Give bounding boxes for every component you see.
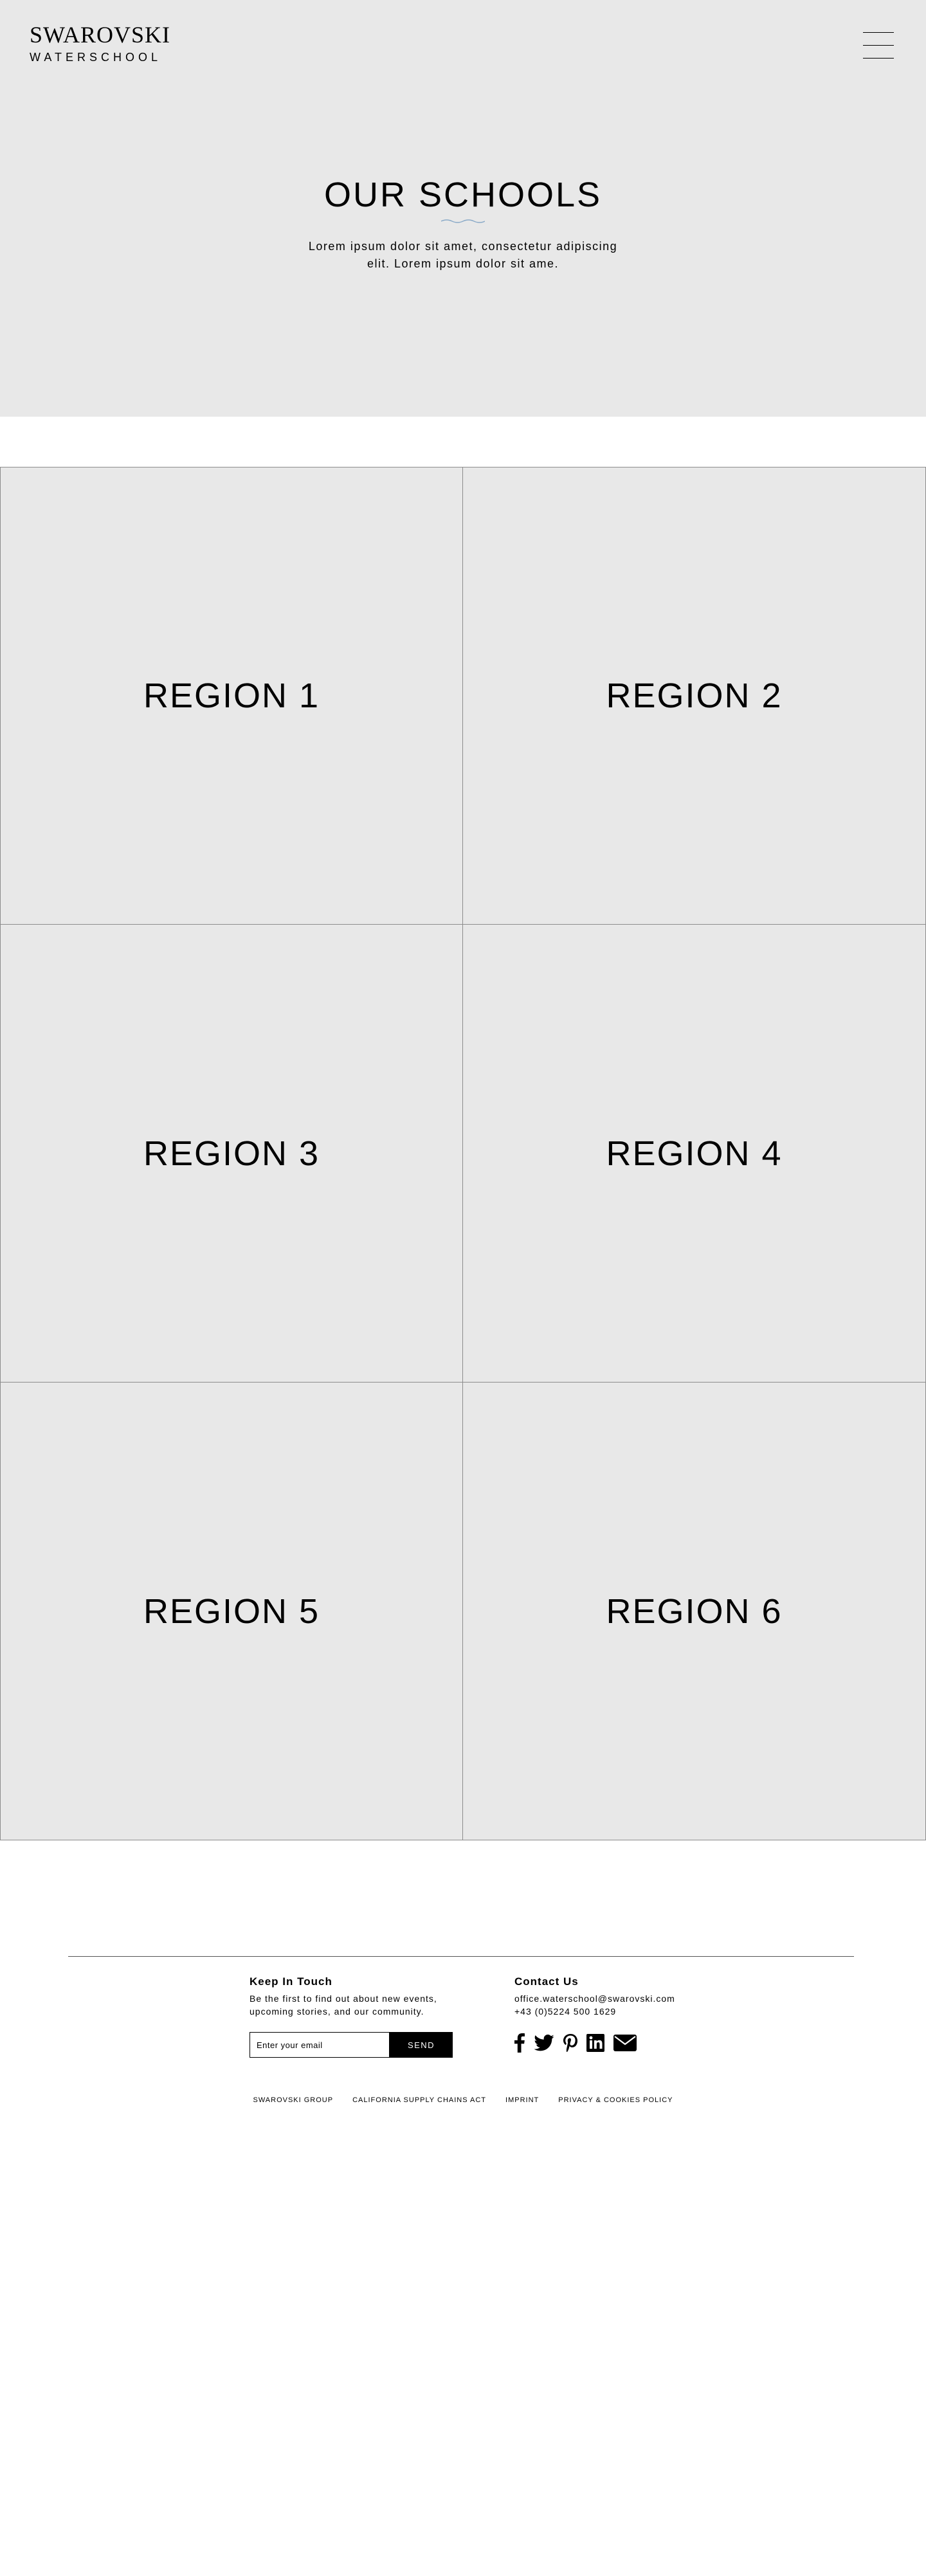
logo-sub-text: WATERSCHOOL <box>30 51 162 64</box>
menu-line <box>863 45 894 46</box>
region-tile-2[interactable]: REGION 2 <box>463 467 926 925</box>
hero-description: Lorem ipsum dolor sit amet, consectetur … <box>308 240 618 270</box>
social-links <box>514 2033 637 2053</box>
legal-link-privacy-cookies-policy[interactable]: PRIVACY & COOKIES POLICY <box>558 2096 673 2104</box>
region-label: REGION 4 <box>606 1134 783 1173</box>
email-input[interactable] <box>250 2032 390 2058</box>
regions-grid: REGION 1 REGION 2 REGION 3 REGION 4 REGI… <box>0 467 926 1840</box>
region-tile-1[interactable]: REGION 1 <box>0 467 463 925</box>
keep-in-touch-column: Keep In Touch Be the first to find out a… <box>250 1975 468 2018</box>
contact-column: Contact Us office.waterschool@swarovski.… <box>514 1975 720 2018</box>
footer-divider <box>68 1956 854 1957</box>
region-label: REGION 2 <box>606 676 783 715</box>
contact-phone: +43 (0)5224 500 1629 <box>514 2006 617 2017</box>
newsletter-form: SEND <box>250 2032 453 2058</box>
region-label: REGION 6 <box>606 1592 783 1631</box>
logo-main-text: SWAROVSKI <box>30 22 171 48</box>
region-tile-4[interactable]: REGION 4 <box>463 925 926 1383</box>
logo[interactable]: SWAROVSKI WATERSCHOOL <box>30 23 170 63</box>
hero-section: SWAROVSKI WATERSCHOOL OUR SCHOOLS Lorem … <box>0 0 926 417</box>
region-label: REGION 3 <box>143 1134 320 1173</box>
region-label: REGION 5 <box>143 1592 320 1631</box>
menu-line <box>863 58 894 59</box>
keep-in-touch-text: Be the first to find out about new event… <box>250 1993 437 2017</box>
contact-email-link[interactable]: office.waterschool@swarovski.com <box>514 1993 675 2004</box>
legal-link-swarovski-group[interactable]: SWAROVSKI GROUP <box>253 2096 333 2104</box>
mail-icon[interactable] <box>613 2035 637 2051</box>
twitter-icon[interactable] <box>534 2035 554 2051</box>
legal-link-imprint[interactable]: IMPRINT <box>505 2096 539 2104</box>
keep-in-touch-heading: Keep In Touch <box>250 1975 332 1988</box>
menu-line <box>863 32 894 33</box>
linkedin-icon[interactable] <box>586 2034 604 2052</box>
legal-link-california-supply-chains-act[interactable]: CALIFORNIA SUPPLY CHAINS ACT <box>352 2096 486 2104</box>
region-tile-3[interactable]: REGION 3 <box>0 925 463 1383</box>
region-tile-5[interactable]: REGION 5 <box>0 1383 463 1840</box>
page-title: OUR SCHOOLS <box>323 176 603 214</box>
wave-divider-icon <box>441 219 485 223</box>
hamburger-menu-icon[interactable] <box>863 32 894 59</box>
pinterest-icon[interactable] <box>563 2034 577 2053</box>
legal-links: SWAROVSKI GROUP CALIFORNIA SUPPLY CHAINS… <box>0 2096 926 2104</box>
region-label: REGION 1 <box>143 676 320 715</box>
region-tile-6[interactable]: REGION 6 <box>463 1383 926 1840</box>
contact-heading: Contact Us <box>514 1975 579 1988</box>
send-button[interactable]: SEND <box>390 2032 453 2058</box>
facebook-icon[interactable] <box>514 2033 525 2053</box>
